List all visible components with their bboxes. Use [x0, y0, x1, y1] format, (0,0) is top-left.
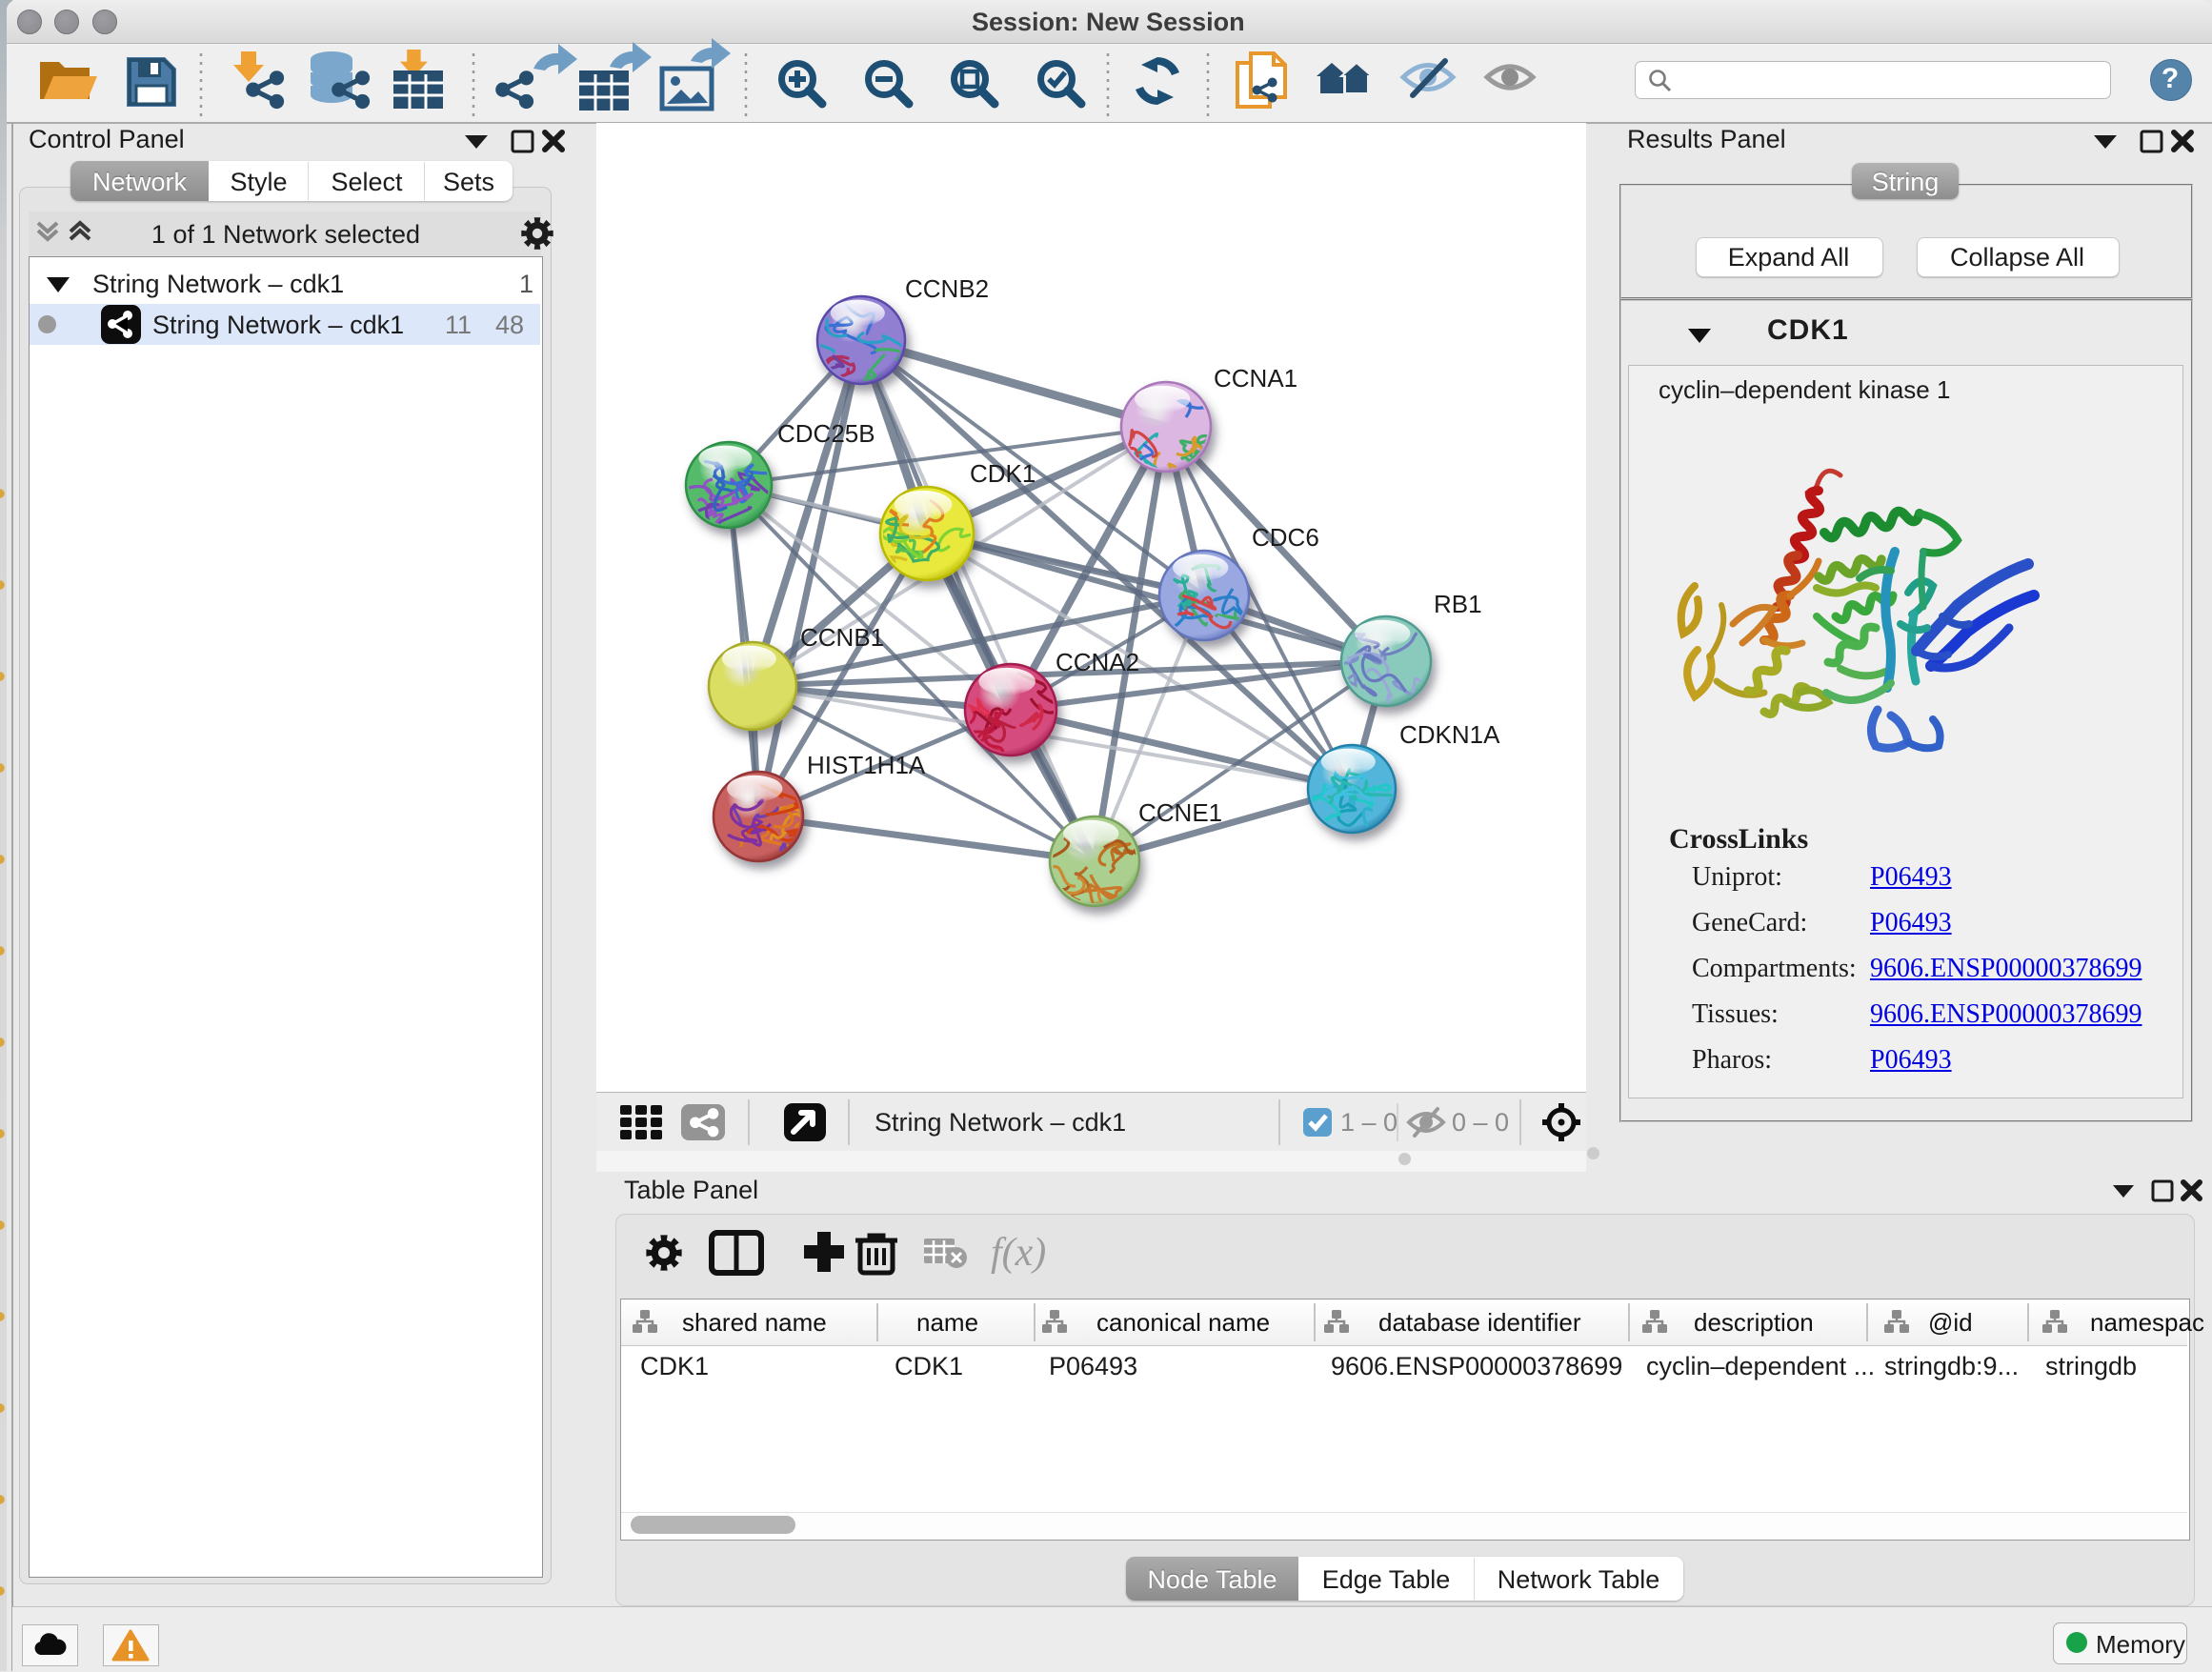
svg-text:0 – 0: 0 – 0 — [1452, 1108, 1509, 1137]
svg-text:CDK1: CDK1 — [970, 459, 1036, 488]
svg-text:CCNA1: CCNA1 — [1214, 364, 1297, 393]
svg-text:RB1: RB1 — [1434, 590, 1482, 618]
svg-text:1 – 0: 1 – 0 — [1340, 1108, 1398, 1137]
svg-text:name: name — [916, 1308, 978, 1337]
svg-text:CDC25B: CDC25B — [777, 419, 875, 448]
svg-text:HIST1H1A: HIST1H1A — [807, 751, 926, 779]
svg-text:description: description — [1694, 1308, 1814, 1337]
svg-text:canonical name: canonical name — [1096, 1308, 1270, 1337]
svg-text:String Network – cdk1: String Network – cdk1 — [875, 1108, 1126, 1137]
svg-text:namespac: namespac — [2090, 1308, 2204, 1337]
svg-text:CCNE1: CCNE1 — [1138, 798, 1222, 827]
svg-text:CDKN1A: CDKN1A — [1399, 720, 1500, 749]
svg-text:CDC6: CDC6 — [1252, 523, 1319, 552]
svg-text:database identifier: database identifier — [1378, 1308, 1581, 1337]
svg-text:f(x): f(x) — [991, 1231, 1046, 1275]
svg-text:shared name: shared name — [682, 1308, 827, 1337]
svg-text:CCNB2: CCNB2 — [905, 274, 989, 303]
svg-text:CCNB1: CCNB1 — [800, 623, 884, 652]
svg-text:@id: @id — [1928, 1308, 1973, 1337]
svg-text:CCNA2: CCNA2 — [1056, 648, 1139, 676]
